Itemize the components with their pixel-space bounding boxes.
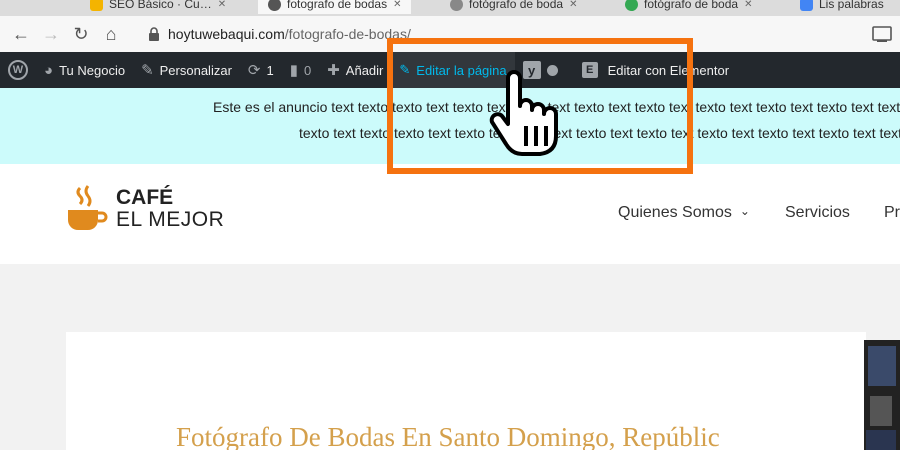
site-logo[interactable]: CAFÉ EL MEJOR [64,184,224,234]
site-header: CAFÉ EL MEJOR Quienes Somos ⌄ Servicios … [0,164,900,264]
browser-tab[interactable]: fotógrafo de boda ✕ [440,0,587,14]
tab-favicon-icon [800,0,813,11]
browser-tab-active[interactable]: fotografo de bodas ✕ [258,0,412,14]
tab-favicon-icon [268,0,281,11]
site-name-menu[interactable]: ◕ Tu Negocio [36,52,133,88]
nav-item-servicios[interactable]: Servicios [785,204,850,222]
browser-tab[interactable]: fotógrafo de boda ✕ [615,0,762,14]
tab-label: fotógrafo de boda [644,0,739,11]
brush-icon: ✎ [141,62,154,79]
new-content-menu[interactable]: ✚ Añadir [319,52,391,88]
nav-label: Pr [884,204,900,221]
page-title: Fotógrafo De Bodas En Santo Domingo, Rep… [176,422,720,450]
customize-link[interactable]: ✎ Personalizar [133,52,240,88]
tab-label: Lis palabras [819,0,884,11]
tab-close-icon[interactable]: ✕ [569,0,577,10]
updates-link[interactable]: ⟳ 1 [240,52,282,88]
browser-tab-strip: SEO Básico · Cu… ✕ fotografo de bodas ✕ … [0,0,900,16]
updates-icon: ⟳ [247,62,261,79]
wordpress-logo-icon: W [8,60,28,80]
nav-label: Quienes Somos [618,204,732,221]
reload-icon[interactable]: ↻ [66,19,96,49]
tab-favicon-icon [625,0,638,11]
tab-favicon-icon [450,0,463,11]
tab-label: SEO Básico · Cu… [109,0,212,11]
featured-image [864,340,900,450]
cast-icon[interactable] [870,24,894,44]
coffee-cup-icon [68,185,108,230]
tab-close-icon[interactable]: ✕ [393,0,401,10]
hand-cursor-icon [489,70,558,156]
tab-close-icon[interactable]: ✕ [744,0,752,10]
tab-label: fotógrafo de boda [469,0,564,11]
site-name: Tu Negocio [59,62,126,78]
tab-close-icon[interactable]: ✕ [218,0,226,10]
wordpress-menu[interactable]: W [0,52,36,88]
logo-line-2: EL MEJOR [116,208,225,231]
lock-icon [149,27,159,41]
plus-icon: ✚ [327,62,340,79]
tab-favicon-icon [90,0,103,11]
url-host: hoytuwebaqui.com [168,26,285,42]
forward-arrow-icon[interactable]: → [36,19,66,49]
back-arrow-icon[interactable]: ← [6,19,36,49]
logo-line-1: CAFÉ [116,186,174,209]
nav-item-truncated[interactable]: Pr [884,204,900,222]
new-label: Añadir [345,62,384,78]
comments-count: 0 [303,62,312,78]
screen: SEO Básico · Cu… ✕ fotografo de bodas ✕ … [0,0,900,450]
customize-label: Personalizar [159,62,232,78]
comment-icon: ▮ [289,62,298,79]
dashboard-icon: ◕ [44,61,54,79]
nav-label: Servicios [785,204,850,221]
browser-tab[interactable]: Lis palabras [790,0,894,14]
comments-link[interactable]: ▮ 0 [282,52,320,88]
chevron-down-icon: ⌄ [739,204,750,218]
tab-label: fotografo de bodas [287,0,388,11]
nav-item-quienes-somos[interactable]: Quienes Somos ⌄ [618,204,750,222]
updates-count: 1 [266,62,274,78]
home-icon[interactable]: ⌂ [96,19,126,49]
browser-tab[interactable]: SEO Básico · Cu… ✕ [80,0,236,14]
